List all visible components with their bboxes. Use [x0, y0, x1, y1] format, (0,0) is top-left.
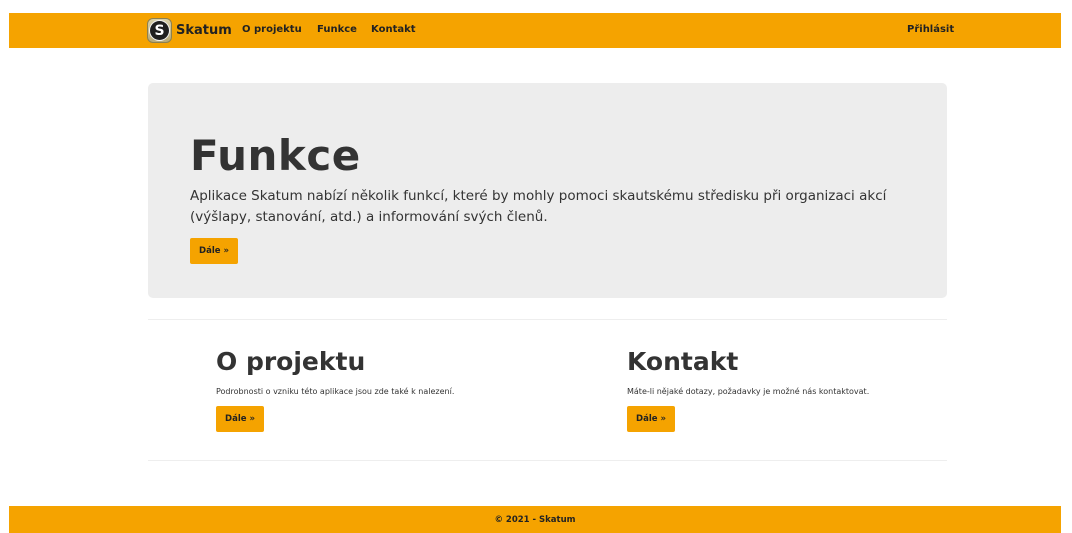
- skatum-logo-icon: S: [147, 18, 172, 43]
- column-kontakt: Kontakt Máte-li nějaké dotazy, požadavky…: [627, 345, 887, 432]
- brand-name: Skatum: [176, 23, 232, 38]
- nav-link-kontakt[interactable]: Kontakt: [371, 24, 416, 35]
- column-text-kontakt: Máte-li nějaké dotazy, požadavky je možn…: [627, 387, 870, 396]
- footer: © 2021 - Skatum: [9, 506, 1061, 533]
- column-title-o-projektu: O projektu: [216, 347, 366, 376]
- divider-top: [148, 319, 947, 320]
- jumbotron-lead: Aplikace Skatum nabízí několik funkcí, k…: [190, 188, 887, 225]
- navbar: S Skatum O projektu Funkce Kontakt Přihl…: [9, 13, 1061, 48]
- jumbotron-more-button[interactable]: Dále »: [190, 238, 238, 264]
- jumbotron-title: Funkce: [190, 131, 361, 180]
- kontakt-more-button[interactable]: Dále »: [627, 405, 675, 432]
- login-link[interactable]: Přihlásit: [907, 24, 954, 35]
- nav-link-funkce[interactable]: Funkce: [317, 24, 357, 35]
- o-projektu-more-button[interactable]: Dále »: [216, 405, 264, 432]
- column-text-o-projektu: Podrobnosti o vzniku této aplikace jsou …: [216, 387, 455, 396]
- jumbotron: Funkce Aplikace Skatum nabízí několik fu…: [148, 83, 947, 298]
- footer-copyright: © 2021 - Skatum: [494, 514, 576, 525]
- brand-link[interactable]: S Skatum: [147, 18, 232, 43]
- logo-letter: S: [150, 21, 169, 40]
- divider-bottom: [148, 460, 947, 461]
- column-title-kontakt: Kontakt: [627, 347, 739, 376]
- nav-link-o-projektu[interactable]: O projektu: [242, 24, 302, 35]
- column-o-projektu: O projektu Podrobnosti o vzniku této apl…: [216, 345, 476, 432]
